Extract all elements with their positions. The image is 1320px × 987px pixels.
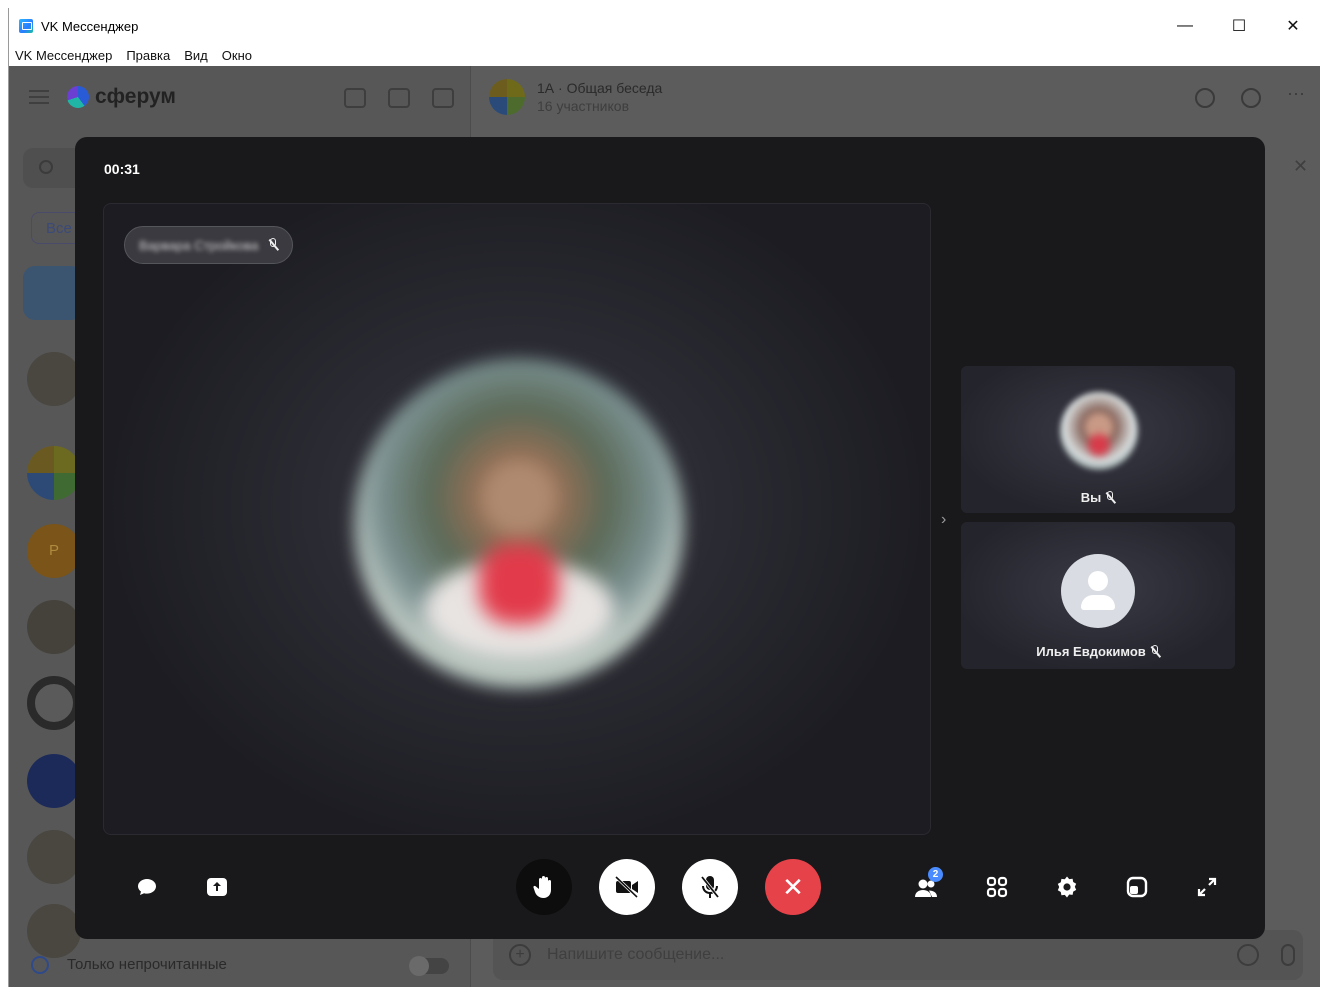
chat-item-avatar[interactable] (23, 266, 83, 320)
attach-icon[interactable]: + (509, 944, 531, 966)
participant-name: Илья Евдокимов (1036, 644, 1146, 659)
voice-message-icon[interactable] (1281, 944, 1295, 966)
conversation-header: 1А · Общая беседа 16 участников ··· (471, 66, 1320, 128)
participants-icon[interactable]: 2 (913, 867, 943, 901)
end-call-button[interactable]: ✕ (765, 859, 821, 915)
phone-icon[interactable] (1195, 88, 1215, 108)
speaker-name-pill: Варвара Стройкова (124, 226, 294, 264)
compose-icon[interactable] (432, 88, 454, 108)
window-title: VK Мессенджер (41, 18, 139, 34)
mic-off-icon (1105, 490, 1117, 505)
close-icon[interactable]: ✕ (1293, 156, 1308, 177)
search-icon (39, 160, 53, 174)
emoji-icon[interactable] (1237, 944, 1259, 966)
chat-item-avatar[interactable] (27, 754, 81, 808)
title-bar: VK Мессенджер — ☐ ✕ (9, 8, 1320, 44)
unread-toggle-label: Только непрочитанные (67, 956, 227, 973)
call-timer: 00:31 (104, 161, 140, 177)
more-icon[interactable]: ··· (1287, 84, 1307, 108)
call-controls-bar: ✕ 2 (75, 859, 1265, 915)
microphone-off-button[interactable] (682, 859, 738, 915)
menu-bar: VK Мессенджер Правка Вид Окно (9, 44, 1320, 66)
screen-share-icon[interactable] (203, 873, 231, 901)
menu-view[interactable]: Вид (184, 48, 208, 63)
chat-item-avatar[interactable] (27, 830, 81, 884)
conversation-title[interactable]: 1А · Общая беседа (537, 80, 662, 96)
message-input[interactable]: Напишите сообщение... (547, 946, 724, 964)
mic-off-icon (268, 238, 280, 252)
mic-off-icon (1150, 644, 1161, 659)
menu-icon[interactable] (29, 90, 49, 104)
archive-icon[interactable] (388, 88, 410, 108)
fullscreen-icon[interactable] (1193, 873, 1221, 901)
chat-item-avatar[interactable] (27, 676, 81, 730)
video-call-overlay: 00:31 Варвара Стройкова › Вы Илья Евдоки… (75, 137, 1265, 939)
chat-item-avatar[interactable] (27, 600, 81, 654)
participant-tile-you[interactable]: Вы (961, 366, 1235, 513)
conversation-members-count: 16 участников (537, 98, 630, 114)
unread-toggle[interactable] (409, 956, 449, 976)
chat-icon[interactable] (133, 873, 161, 901)
sferum-logo-icon (67, 86, 89, 108)
messenger-app: сферум Все P Только непрочитанные 1А · О… (9, 66, 1320, 987)
app-logo-icon (19, 19, 33, 33)
menu-window[interactable]: Окно (222, 48, 252, 63)
participants-count-badge: 2 (928, 867, 943, 882)
participant-tile-ilya[interactable]: Илья Евдокимов (961, 522, 1235, 669)
main-speaker-video[interactable]: Варвара Стройкова (103, 203, 931, 835)
picture-in-picture-icon[interactable] (1123, 873, 1151, 901)
chevron-right-icon[interactable]: › (941, 511, 946, 529)
close-window-button[interactable]: ✕ (1266, 8, 1320, 44)
camera-off-button[interactable] (599, 859, 655, 915)
unread-icon (31, 955, 49, 974)
main-speaker-avatar (354, 359, 684, 689)
new-call-icon[interactable] (344, 88, 366, 108)
participant-name: Вы (1080, 490, 1102, 505)
chat-item-avatar[interactable] (27, 446, 81, 500)
settings-gear-icon[interactable] (1053, 873, 1081, 901)
participant-label-row: Илья Евдокимов (961, 644, 1235, 659)
sidebar-header: сферум (9, 66, 470, 128)
app-window: VK Мессенджер — ☐ ✕ VK Мессенджер Правка… (8, 8, 1320, 987)
grid-layout-icon[interactable] (983, 873, 1011, 901)
chat-item-avatar[interactable]: P (27, 524, 81, 578)
menu-edit[interactable]: Правка (126, 48, 170, 63)
sferum-logo-text: сферум (95, 85, 176, 108)
maximize-button[interactable]: ☐ (1212, 8, 1266, 44)
unread-filter-row: Только непрочитанные (9, 942, 471, 987)
search-icon[interactable] (1241, 88, 1261, 108)
minimize-button[interactable]: — (1158, 8, 1212, 44)
speaker-name: Варвара Стройкова (139, 237, 259, 253)
conversation-avatar (489, 79, 525, 115)
user-placeholder-icon (1061, 554, 1135, 628)
menu-vk-messenger[interactable]: VK Мессенджер (15, 48, 112, 63)
participant-label-row: Вы (961, 490, 1235, 505)
raise-hand-button[interactable] (516, 859, 572, 915)
chat-item-avatar[interactable] (27, 352, 81, 406)
participant-avatar (1060, 392, 1138, 470)
